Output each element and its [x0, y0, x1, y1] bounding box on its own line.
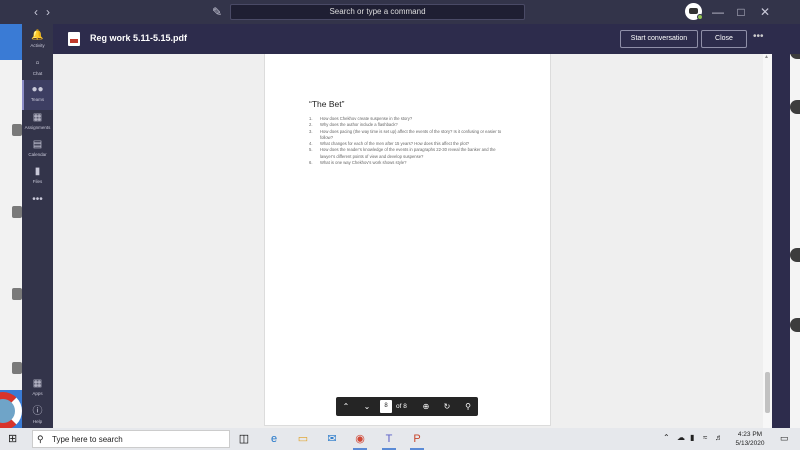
list-item: 5. How does the reader’s knowledge of the… — [309, 147, 496, 159]
next-page-icon[interactable]: ⌄ — [357, 397, 377, 416]
tray-chevron-icon[interactable]: ⌃ — [663, 433, 670, 442]
taskbar-search-box[interactable]: ⚲ Type here to search — [32, 430, 230, 448]
list-item: 6. What is one way Chekhov’s work shows s… — [309, 160, 407, 166]
notifications-icon[interactable]: ▭ — [780, 433, 789, 444]
chat-icon: ▫ — [35, 58, 40, 69]
help-icon: ⓘ — [32, 406, 43, 417]
document-heading: “The Bet” — [309, 99, 345, 109]
files-icon: ▮ — [34, 166, 41, 177]
pdf-file-icon — [68, 32, 80, 46]
bell-icon: 🔔 — [31, 30, 44, 41]
maximize-icon[interactable]: □ — [735, 6, 747, 18]
page-count: of 8 — [396, 403, 407, 410]
background-lifering-image — [0, 392, 22, 428]
teams-title-bar: ‹ › ✎ Search or type a command — □ ✕ — [0, 0, 800, 24]
rail-item-apps[interactable]: ▦ Apps — [22, 374, 53, 404]
rail-item-activity[interactable]: 🔔 Activity — [22, 26, 53, 56]
cloud-icon[interactable]: ☁ — [677, 433, 685, 442]
previous-page-icon[interactable]: ⌃ — [336, 397, 356, 416]
windows-start-icon[interactable]: ⊞ — [8, 433, 20, 445]
taskbar-clock[interactable]: 4:23 PM 5/13/2020 — [729, 430, 771, 448]
close-button[interactable]: Close — [701, 30, 747, 48]
document-title: Reg work 5.11-5.15.pdf — [90, 33, 188, 43]
rotate-icon[interactable]: ↻ — [437, 397, 457, 416]
teams-icon: ●● — [31, 84, 44, 95]
scroll-up-icon[interactable]: ▲ — [764, 54, 769, 60]
file-explorer-icon[interactable]: ▭ — [296, 432, 310, 446]
zoom-in-icon[interactable]: ⊕ — [416, 397, 436, 416]
question-list: 1. How does Chekhov create suspense in th… — [309, 116, 509, 166]
background-browser-left — [0, 0, 22, 428]
windows-taskbar: ⊞ ⚲ Type here to search ◫ e ▭ ✉ ◉ T P ⌃ … — [0, 428, 800, 450]
task-view-icon[interactable]: ◫ — [237, 432, 251, 446]
teams-app-icon[interactable]: T — [382, 432, 396, 450]
pdf-viewport[interactable]: “The Bet” 1. How does Chekhov create susp… — [53, 54, 772, 428]
presence-status-dot — [697, 14, 703, 20]
list-item: 3. How does pacing (the way time is set u… — [309, 128, 502, 140]
app-rail: 🔔 Activity ▫ Chat ●● Teams ▦ Assignments… — [22, 24, 53, 428]
more-apps-button[interactable]: ••• — [22, 190, 53, 208]
edge-icon[interactable]: e — [267, 432, 281, 446]
volume-icon[interactable]: ♬ — [715, 433, 723, 442]
forward-arrow-icon[interactable]: › — [42, 6, 54, 18]
calendar-icon: ▤ — [32, 139, 43, 150]
rail-item-teams[interactable]: ●● Teams — [22, 80, 53, 110]
back-arrow-icon[interactable]: ‹ — [30, 6, 42, 18]
close-window-icon[interactable]: ✕ — [759, 6, 771, 18]
command-search-box[interactable]: Search or type a command — [230, 4, 525, 20]
rail-item-assignments[interactable]: ▦ Assignments — [22, 108, 53, 138]
rail-item-calendar[interactable]: ▤ Calendar — [22, 135, 53, 165]
assignments-icon: ▦ — [32, 112, 43, 123]
chrome-icon[interactable]: ◉ — [353, 432, 367, 450]
vertical-scrollbar[interactable]: ▲ — [763, 54, 772, 428]
mail-icon[interactable]: ✉ — [325, 432, 339, 446]
page-number-input[interactable]: 8 — [380, 400, 392, 413]
apps-icon: ▦ — [32, 378, 43, 389]
search-icon[interactable]: ⚲ — [458, 397, 478, 416]
background-browser-right — [790, 20, 800, 428]
compose-icon[interactable]: ✎ — [211, 6, 223, 18]
start-conversation-button[interactable]: Start conversation — [620, 30, 698, 48]
ellipsis-icon: ••• — [32, 194, 43, 205]
powerpoint-icon[interactable]: P — [410, 432, 424, 450]
scrollbar-thumb[interactable] — [765, 372, 770, 413]
pdf-toolbar: ⌃ ⌄ 8 of 8 ⊕ ↻ ⚲ — [336, 397, 478, 416]
wifi-icon[interactable]: ≈ — [703, 433, 707, 442]
pdf-page: “The Bet” 1. How does Chekhov create susp… — [264, 54, 551, 426]
rail-item-files[interactable]: ▮ Files — [22, 162, 53, 192]
search-icon: ⚲ — [37, 434, 44, 444]
more-options-icon[interactable]: ••• — [753, 31, 764, 42]
minimize-icon[interactable]: — — [712, 6, 724, 18]
file-header: Reg work 5.11-5.15.pdf Start conversatio… — [53, 24, 800, 54]
battery-icon[interactable]: ▮ — [690, 433, 694, 442]
